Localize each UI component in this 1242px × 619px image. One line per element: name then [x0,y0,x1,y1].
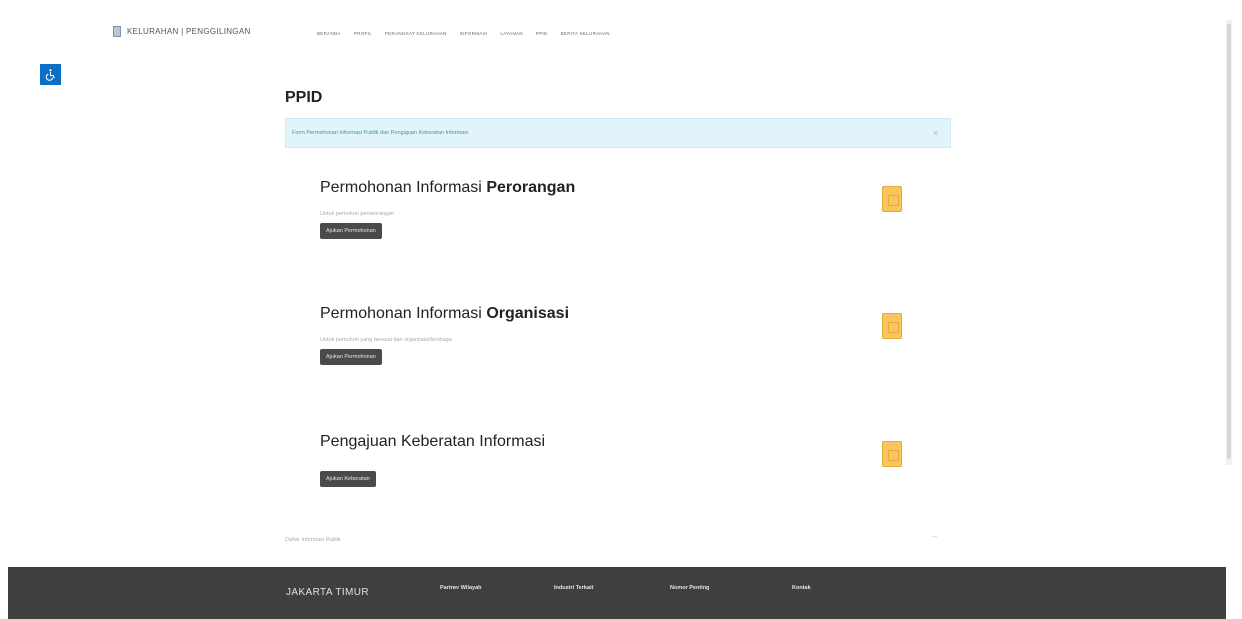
nav-beranda[interactable]: BERANDA [317,31,341,36]
main-nav: BERANDA PROFIL PERANGKAT KELURAHAN INFOR… [317,31,623,36]
card-organisasi: Permohonan Informasi Organisasi Untuk pe… [320,305,920,365]
scrollbar-thumb[interactable] [1227,24,1231,459]
nav-profil[interactable]: PROFIL [354,31,372,36]
info-alert: Form Permohonan Informasi Publik dan Pen… [285,118,951,148]
footer-link-industri-terkait[interactable]: Industri Terkait [554,585,593,591]
submit-objection-button[interactable]: Ajukan Keberatan [320,471,376,487]
footer-link-kontak[interactable]: Kontak [792,585,811,591]
nav-berita-kelurahan[interactable]: BERITA KELURAHAN [561,31,610,36]
accessibility-button[interactable] [40,64,61,85]
page-title: PPID [285,89,323,106]
wheelchair-icon [45,69,55,81]
card-title: Pengajuan Keberatan Informasi [320,433,546,450]
nav-informasi[interactable]: INFORMASI [460,31,488,36]
footer: JAKARTA TIMUR Partner Wilayah Industri T… [8,567,1226,619]
submit-request-button[interactable]: Ajukan Permohonan [320,349,382,365]
footer-link-partner-wilayah[interactable]: Partner Wilayah [440,585,482,591]
close-icon[interactable]: × [933,128,938,138]
chevron-down-icon[interactable]: – [933,532,937,541]
card-title: Permohonan Informasi Perorangan [320,179,576,196]
document-icon [882,313,902,339]
nav-layanan[interactable]: LAYANAN [500,31,522,36]
submit-request-button[interactable]: Ajukan Permohonan [320,223,382,239]
public-info-list-toggle[interactable]: Daftar Informasi Publik – [285,528,951,544]
brand-logo-icon [113,26,121,37]
top-navbar: KELURAHAN | PENGGILINGAN BERANDA PROFIL … [0,0,1242,62]
card-description: Untuk pemohon yang berasal dari organisa… [320,337,452,343]
nav-perangkat-kelurahan[interactable]: PERANGKAT KELURAHAN [385,31,447,36]
footer-title: JAKARTA TIMUR [286,587,369,598]
card-title: Permohonan Informasi Organisasi [320,305,570,322]
alert-text: Form Permohonan Informasi Publik dan Pen… [292,130,469,136]
list-label: Daftar Informasi Publik [285,537,341,543]
document-icon [882,441,902,467]
card-description: Untuk pemohon perseorangan [320,211,395,217]
document-icon [882,186,902,212]
card-perorangan: Permohonan Informasi Perorangan Untuk pe… [320,179,920,239]
nav-ppid[interactable]: PPID [536,31,548,36]
card-keberatan: Pengajuan Keberatan Informasi Ajukan Keb… [320,433,920,487]
brand-text: KELURAHAN | PENGGILINGAN [127,27,251,36]
brand[interactable]: KELURAHAN | PENGGILINGAN [113,26,251,37]
footer-link-nomor-penting[interactable]: Nomor Penting [670,585,709,591]
